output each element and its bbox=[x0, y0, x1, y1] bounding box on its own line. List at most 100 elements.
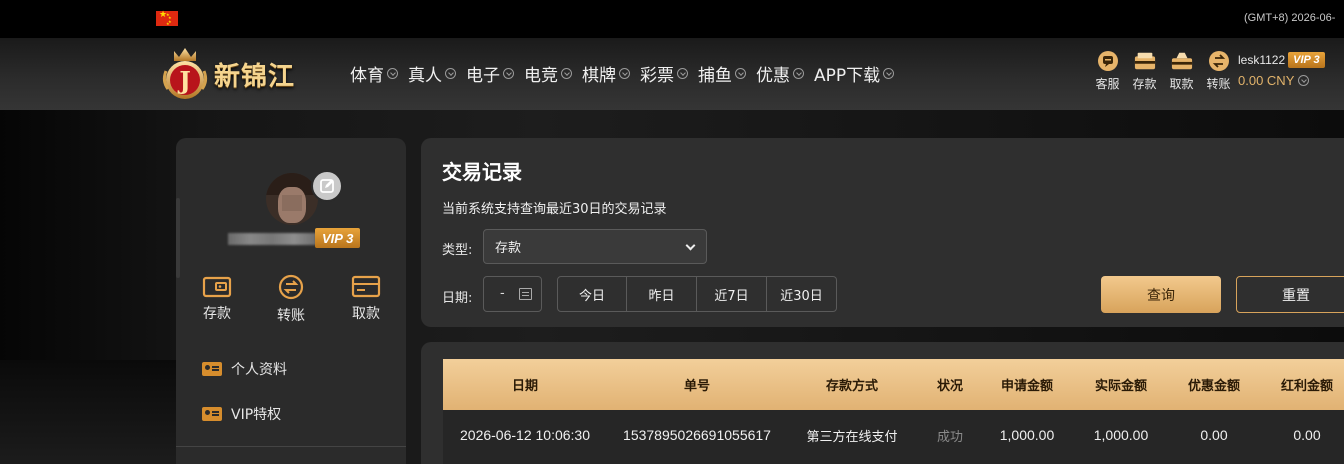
nav-label: 捕鱼 bbox=[698, 65, 732, 86]
nav-label: APP下载 bbox=[814, 65, 881, 86]
avatar-pixelated bbox=[282, 195, 302, 211]
nav-label: 棋牌 bbox=[582, 65, 616, 86]
chevron-down-icon bbox=[387, 67, 398, 79]
column-header: 红利金额 bbox=[1280, 379, 1333, 394]
date-label: 日期: bbox=[442, 291, 473, 306]
nav-lottery[interactable]: 彩票 bbox=[640, 61, 688, 86]
type-label: 类型: bbox=[442, 243, 473, 258]
type-select-value: 存款 bbox=[495, 241, 522, 256]
wallet-label: 存款 bbox=[203, 306, 231, 322]
header-withdraw-button[interactable]: 取款 bbox=[1163, 50, 1200, 92]
page-title: 交易记录 bbox=[442, 160, 522, 184]
sidebar-transfer-button[interactable]: 转账 bbox=[261, 274, 321, 325]
table-row[interactable]: 2026-06-12 10:06:30 1537895026691055617 … bbox=[443, 410, 1344, 464]
chevron-down-icon[interactable] bbox=[1298, 75, 1310, 86]
header-transfer-button[interactable]: 转账 bbox=[1200, 50, 1237, 92]
main-nav: 体育 真人 电子 电竞 棋牌 彩票 捕鱼 优惠 APP下载 bbox=[350, 61, 904, 86]
nav-slots[interactable]: 电子 bbox=[466, 61, 514, 86]
main-header: J 新锦江 体育 真人 电子 电竞 棋牌 彩票 捕鱼 优惠 APP下载 客服 存… bbox=[0, 38, 1344, 110]
wallet-label: 转账 bbox=[277, 308, 305, 324]
user-info[interactable]: lesk1122 VIP 3 0.00 CNY bbox=[1238, 52, 1325, 88]
query-button[interactable]: 查询 bbox=[1101, 276, 1221, 313]
deposit-icon bbox=[1134, 50, 1156, 72]
action-label: 存款 bbox=[1132, 77, 1157, 91]
chevron-down-icon bbox=[735, 67, 746, 79]
column-header: 优惠金额 bbox=[1187, 379, 1240, 394]
column-header: 状况 bbox=[936, 379, 963, 394]
cell-bonus-amount: 0.00 bbox=[1200, 427, 1228, 443]
type-select[interactable]: 存款 bbox=[483, 229, 707, 264]
column-header: 存款方式 bbox=[825, 379, 878, 394]
chevron-down-icon bbox=[445, 67, 456, 79]
username: lesk1122 bbox=[1238, 53, 1286, 67]
table-header: 日期 单号 存款方式 状况 申请金额 实际金额 优惠金额 红利金额 bbox=[443, 359, 1344, 410]
support-icon bbox=[1097, 50, 1119, 72]
nav-promotions[interactable]: 优惠 bbox=[756, 61, 804, 86]
chevron-down-icon bbox=[883, 67, 895, 79]
svg-text:J: J bbox=[177, 66, 190, 95]
header-actions: 客服 存款 取款 转账 bbox=[1089, 50, 1237, 92]
sidebar-scrollbar[interactable] bbox=[176, 198, 180, 278]
nav-label: 优惠 bbox=[756, 65, 790, 86]
cell-dividend-amount: 0.00 bbox=[1293, 427, 1321, 443]
withdraw-icon bbox=[1171, 50, 1193, 72]
edit-icon bbox=[320, 179, 334, 193]
nav-esports[interactable]: 电竞 bbox=[524, 61, 572, 86]
action-label: 客服 bbox=[1095, 77, 1120, 91]
quick-30days-button[interactable]: 近30日 bbox=[767, 276, 837, 312]
nav-live-casino[interactable]: 真人 bbox=[408, 61, 456, 86]
header-deposit-button[interactable]: 存款 bbox=[1126, 50, 1163, 92]
china-flag-icon[interactable]: ★ ★ ★ ★ ★ bbox=[156, 10, 178, 26]
wallet-label: 取款 bbox=[352, 306, 380, 322]
sidebar-deposit-button[interactable]: 存款 bbox=[187, 274, 247, 323]
search-note: 当前系统支持查询最近30日的交易记录 bbox=[442, 202, 667, 217]
timezone-clock: (GMT+8) 2026-06- bbox=[1244, 12, 1336, 24]
top-strip: ★ ★ ★ ★ ★ (GMT+8) 2026-06- bbox=[0, 0, 1344, 38]
avatar bbox=[266, 173, 318, 225]
nav-sports[interactable]: 体育 bbox=[350, 61, 398, 86]
sidebar-item-vip[interactable]: VIP特权 bbox=[202, 404, 281, 424]
nav-label: 彩票 bbox=[640, 65, 674, 86]
quick-7days-button[interactable]: 近7日 bbox=[697, 276, 767, 312]
quick-date-group: 今日 昨日 近7日 近30日 bbox=[557, 276, 837, 312]
vip-badge: VIP 3 bbox=[1288, 52, 1325, 68]
nav-label: 真人 bbox=[408, 65, 442, 86]
transfer-icon bbox=[1208, 50, 1230, 72]
action-label: 取款 bbox=[1169, 77, 1194, 91]
nav-chess[interactable]: 棋牌 bbox=[582, 61, 630, 86]
blurred-username bbox=[228, 233, 316, 245]
logo-badge-icon[interactable]: J bbox=[160, 45, 210, 103]
sidebar-withdraw-button[interactable]: 取款 bbox=[336, 274, 396, 323]
reset-button[interactable]: 重置 bbox=[1236, 276, 1344, 313]
nav-label: 体育 bbox=[350, 65, 384, 86]
cell-status: 成功 bbox=[936, 429, 963, 445]
chevron-down-icon bbox=[561, 67, 572, 79]
edit-profile-button[interactable] bbox=[311, 170, 343, 202]
chevron-down-icon bbox=[619, 67, 630, 79]
chevron-down-icon bbox=[677, 67, 688, 79]
sidebar-divider bbox=[176, 446, 406, 447]
sidebar-vip-badge: VIP 3 bbox=[315, 228, 361, 248]
nav-label: 电竞 bbox=[524, 65, 558, 86]
column-header: 实际金额 bbox=[1094, 379, 1147, 394]
cell-date: 2026-06-12 10:06:30 bbox=[460, 427, 590, 443]
chevron-down-icon bbox=[503, 67, 514, 79]
date-range-input[interactable]: - bbox=[483, 276, 542, 312]
nav-label: 电子 bbox=[466, 65, 500, 86]
sidebar-item-profile[interactable]: 个人资料 bbox=[202, 359, 287, 379]
profile-card-icon bbox=[202, 362, 222, 376]
cell-order-number: 1537895026691055617 bbox=[623, 427, 771, 443]
brand-logo-text[interactable]: 新锦江 bbox=[214, 56, 295, 93]
nav-fishing[interactable]: 捕鱼 bbox=[698, 61, 746, 86]
chevron-down-icon bbox=[793, 67, 804, 79]
header-support-button[interactable]: 客服 bbox=[1089, 50, 1126, 92]
sidebar-item-label: 个人资料 bbox=[231, 362, 287, 378]
sidebar-item-label: VIP特权 bbox=[231, 407, 282, 423]
wallet-transfer-icon bbox=[278, 274, 304, 300]
wallet-withdraw-icon bbox=[351, 275, 381, 298]
nav-app-download[interactable]: APP下载 bbox=[814, 61, 895, 86]
column-header: 单号 bbox=[683, 379, 710, 394]
quick-today-button[interactable]: 今日 bbox=[557, 276, 627, 312]
quick-yesterday-button[interactable]: 昨日 bbox=[627, 276, 697, 312]
vip-card-icon bbox=[202, 407, 222, 421]
